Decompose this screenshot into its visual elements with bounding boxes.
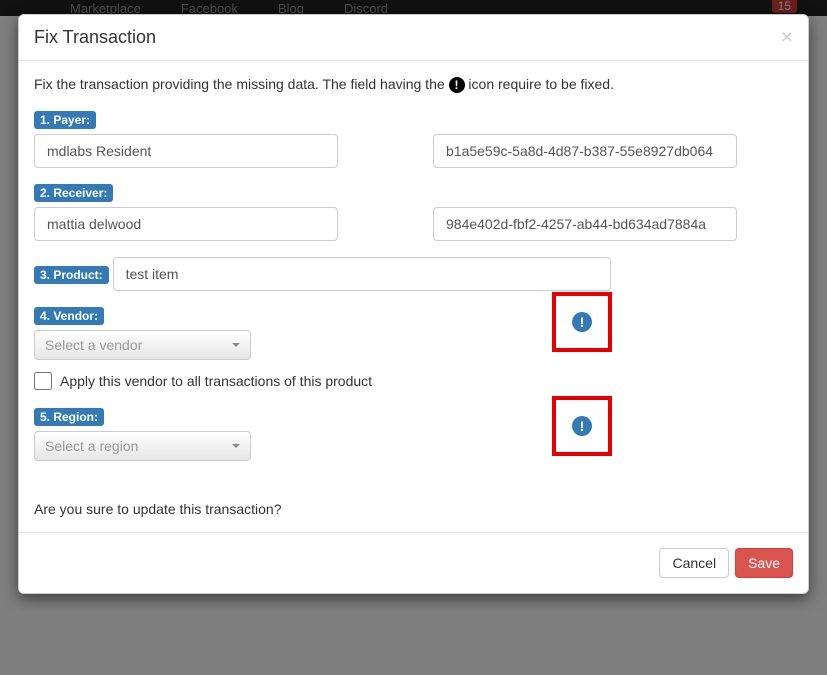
exclamation-icon: ! — [449, 77, 465, 93]
payer-group: 1. Payer: — [34, 111, 793, 168]
vendor-group: 4. Vendor: Select a vendor ! Apply this … — [34, 307, 793, 390]
receiver-name-input[interactable] — [34, 207, 338, 241]
region-warning-highlight: ! — [552, 396, 612, 456]
payer-label: 1. Payer: — [34, 111, 96, 129]
apply-vendor-checkbox[interactable] — [34, 372, 52, 390]
intro-text: Fix the transaction providing the missin… — [34, 76, 793, 93]
vendor-warning-highlight: ! — [552, 292, 612, 352]
product-label: 3. Product: — [34, 266, 109, 284]
receiver-group: 2. Receiver: — [34, 184, 793, 241]
product-input[interactable] — [113, 257, 611, 291]
payer-id-input[interactable] — [433, 134, 737, 168]
save-button[interactable]: Save — [735, 548, 793, 578]
region-group: 5. Region: Select a region ! — [34, 408, 793, 461]
chevron-down-icon — [232, 343, 240, 347]
apply-vendor-row: Apply this vendor to all transactions of… — [34, 372, 793, 390]
receiver-id-input[interactable] — [433, 207, 737, 241]
payer-name-input[interactable] — [34, 134, 338, 168]
exclamation-icon: ! — [572, 416, 592, 436]
region-placeholder: Select a region — [45, 438, 138, 454]
region-dropdown[interactable]: Select a region — [34, 431, 251, 461]
fix-transaction-modal: Fix Transaction × Fix the transaction pr… — [18, 14, 809, 594]
cancel-button[interactable]: Cancel — [659, 548, 729, 578]
confirm-text: Are you sure to update this transaction? — [34, 501, 793, 517]
modal-footer: Cancel Save — [19, 532, 808, 593]
region-label: 5. Region: — [34, 408, 104, 426]
exclamation-icon: ! — [572, 312, 592, 332]
intro-pre: Fix the transaction providing the missin… — [34, 76, 449, 92]
modal-body: Fix the transaction providing the missin… — [19, 61, 808, 532]
apply-vendor-label: Apply this vendor to all transactions of… — [60, 373, 372, 389]
vendor-placeholder: Select a vendor — [45, 337, 142, 353]
chevron-down-icon — [232, 444, 240, 448]
intro-post: icon require to be fixed. — [468, 76, 614, 92]
close-icon[interactable]: × — [781, 27, 793, 48]
vendor-dropdown[interactable]: Select a vendor — [34, 330, 251, 360]
vendor-label: 4. Vendor: — [34, 307, 104, 325]
receiver-label: 2. Receiver: — [34, 184, 113, 202]
product-group: 3. Product: — [34, 257, 793, 291]
modal-title: Fix Transaction — [34, 27, 156, 48]
modal-header: Fix Transaction × — [19, 15, 808, 61]
